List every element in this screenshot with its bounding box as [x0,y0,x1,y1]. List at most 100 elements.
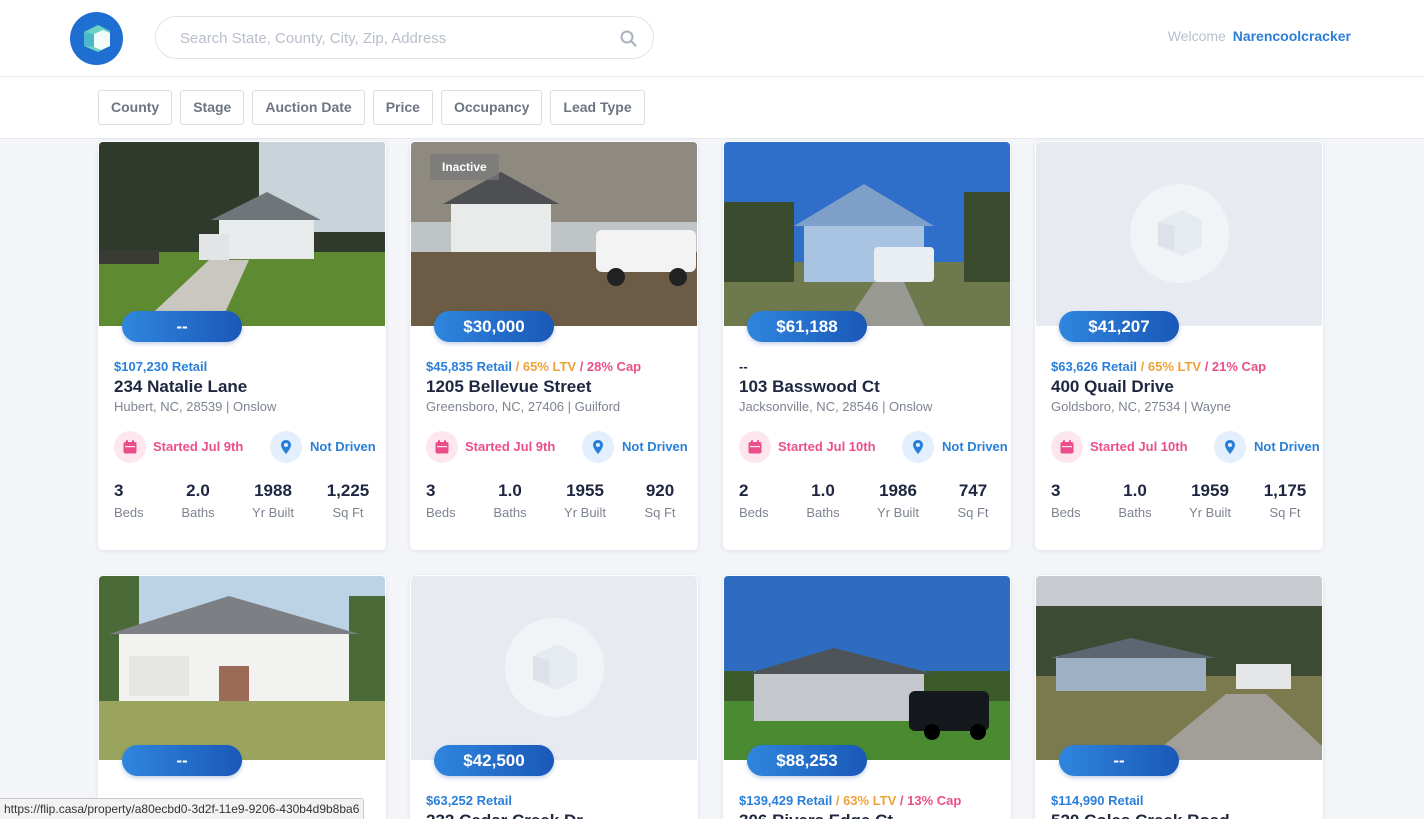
welcome-message: Welcome Narencoolcracker [1168,28,1351,44]
retail-value: -- [739,359,748,374]
beds-value: 3 [114,481,124,500]
year-built-value: 1986 [879,481,917,500]
logo[interactable] [70,12,123,65]
photo-placeholder[interactable] [1036,142,1322,326]
price-pill: $42,500 [434,745,554,776]
beds-stat: 3 Beds [1051,481,1081,522]
property-address[interactable]: 234 Natalie Lane [114,377,247,397]
property-card[interactable]: $61,188 -- 103 Basswood Ct Jacksonville,… [723,141,1011,550]
drive-status: Not Driven [1254,439,1320,454]
property-location: Jacksonville, NC, 28546 | Onslow [739,399,933,414]
property-photo[interactable] [99,576,385,760]
filter-county-button[interactable]: County [98,90,173,125]
placeholder-logo-icon [505,618,604,717]
year-built-stat: 1959 Yr Built [1183,481,1237,522]
search-input[interactable] [180,27,610,49]
filter-occupancy-button[interactable]: Occupancy [440,90,543,125]
price-pill: $30,000 [434,311,554,342]
beds-label: Beds [114,505,144,520]
ltv-value: 63% LTV [843,793,897,808]
year-built-label: Yr Built [252,505,294,520]
property-address[interactable]: 306 Rivers Edge Ct [739,811,893,819]
retail-value: $63,252 Retail [426,793,513,808]
property-card[interactable]: $41,207 $63,626 Retail / 65% LTV / 21% C… [1035,141,1323,550]
property-card[interactable]: Inactive $30,000 $45,835 Retail / 65% LT… [410,141,698,550]
year-built-stat: 1988 Yr Built [246,481,300,522]
beds-value: 3 [426,481,436,500]
filter-lead-type-button[interactable]: Lead Type [550,90,645,125]
property-card[interactable]: -- [98,575,386,819]
beds-value: 3 [1051,481,1061,500]
map-pin-icon [582,431,614,463]
cap-value: 28% Cap [586,359,642,374]
sqft-label: Sq Ft [332,505,364,520]
property-address[interactable]: 400 Quail Drive [1051,377,1174,397]
retail-value: $45,835 Retail [426,359,513,374]
property-photo[interactable] [724,142,1010,326]
sqft-label: Sq Ft [644,505,676,520]
retail-value: $107,230 Retail [114,359,208,374]
baths-value: 1.0 [1123,481,1147,500]
property-card[interactable]: $42,500 $63,252 Retail 232 Cedar Creek D… [410,575,698,819]
filter-stage-button[interactable]: Stage [180,90,245,125]
year-built-label: Yr Built [1189,505,1231,520]
sqft-value: 1,225 [326,481,370,500]
search-box[interactable] [155,16,654,59]
cap-value: 13% Cap [907,793,962,808]
year-built-value: 1988 [254,481,292,500]
baths-value: 1.0 [811,481,835,500]
property-address[interactable]: 103 Basswood Ct [739,377,880,397]
property-address[interactable]: 520 Coles Creek Road [1051,811,1230,819]
cap-value: 21% Cap [1211,359,1267,374]
filter-price-button[interactable]: Price [372,90,433,125]
property-address[interactable]: 1205 Bellevue Street [426,377,591,397]
beds-label: Beds [426,505,456,520]
sqft-stat: 1,225 Sq Ft [326,481,370,522]
property-card[interactable]: -- $107,230 Retail 234 Natalie Lane Hube… [98,141,386,550]
browser-status-url: https://flip.casa/property/a80ecbd0-3d2f… [0,798,365,819]
sqft-label: Sq Ft [1269,505,1301,520]
started-date: Started Jul 10th [1090,439,1188,454]
started-date: Started Jul 10th [778,439,876,454]
sqft-value: 1,175 [1263,481,1307,500]
search-icon[interactable] [620,30,637,52]
calendar-icon [114,431,146,463]
financial-summary: $139,429 Retail / 63% LTV / 13% Cap [739,793,962,808]
property-location: Hubert, NC, 28539 | Onslow [114,399,277,414]
placeholder-logo-icon [1130,184,1229,283]
property-address[interactable]: 232 Cedar Creek Dr [426,811,583,819]
drive-status: Not Driven [310,439,376,454]
retail-value: $139,429 Retail [739,793,833,808]
ltv-value: 65% LTV [522,359,577,374]
price-pill: -- [122,745,242,776]
year-built-label: Yr Built [564,505,606,520]
baths-value: 1.0 [498,481,522,500]
property-card[interactable]: -- $114,990 Retail 520 Coles Creek Road [1035,575,1323,819]
property-photo[interactable]: Inactive [411,142,697,326]
baths-label: Baths [181,505,215,520]
sqft-value: 920 [645,481,675,500]
sqft-stat: 1,175 Sq Ft [1263,481,1307,522]
started-date: Started Jul 9th [465,439,556,454]
calendar-icon [1051,431,1083,463]
property-photo[interactable] [99,142,385,326]
property-photo[interactable] [724,576,1010,760]
inactive-badge: Inactive [430,154,499,180]
financial-summary: $45,835 Retail / 65% LTV / 28% Cap [426,359,642,374]
price-pill: $88,253 [747,745,867,776]
map-pin-icon [902,431,934,463]
username-link[interactable]: Narencoolcracker [1233,28,1351,44]
financial-summary: $114,990 Retail [1051,793,1144,808]
drive-status: Not Driven [942,439,1008,454]
property-photo[interactable] [1036,576,1322,760]
map-pin-icon [1214,431,1246,463]
price-pill: -- [122,311,242,342]
beds-stat: 3 Beds [114,481,144,522]
sqft-stat: 920 Sq Ft [638,481,682,522]
photo-placeholder[interactable] [411,576,697,760]
sqft-stat: 747 Sq Ft [951,481,995,522]
filter-auction-date-button[interactable]: Auction Date [252,90,365,125]
property-card[interactable]: $88,253 $139,429 Retail / 63% LTV / 13% … [723,575,1011,819]
financial-summary: $63,252 Retail [426,793,512,808]
sqft-value: 747 [958,481,988,500]
